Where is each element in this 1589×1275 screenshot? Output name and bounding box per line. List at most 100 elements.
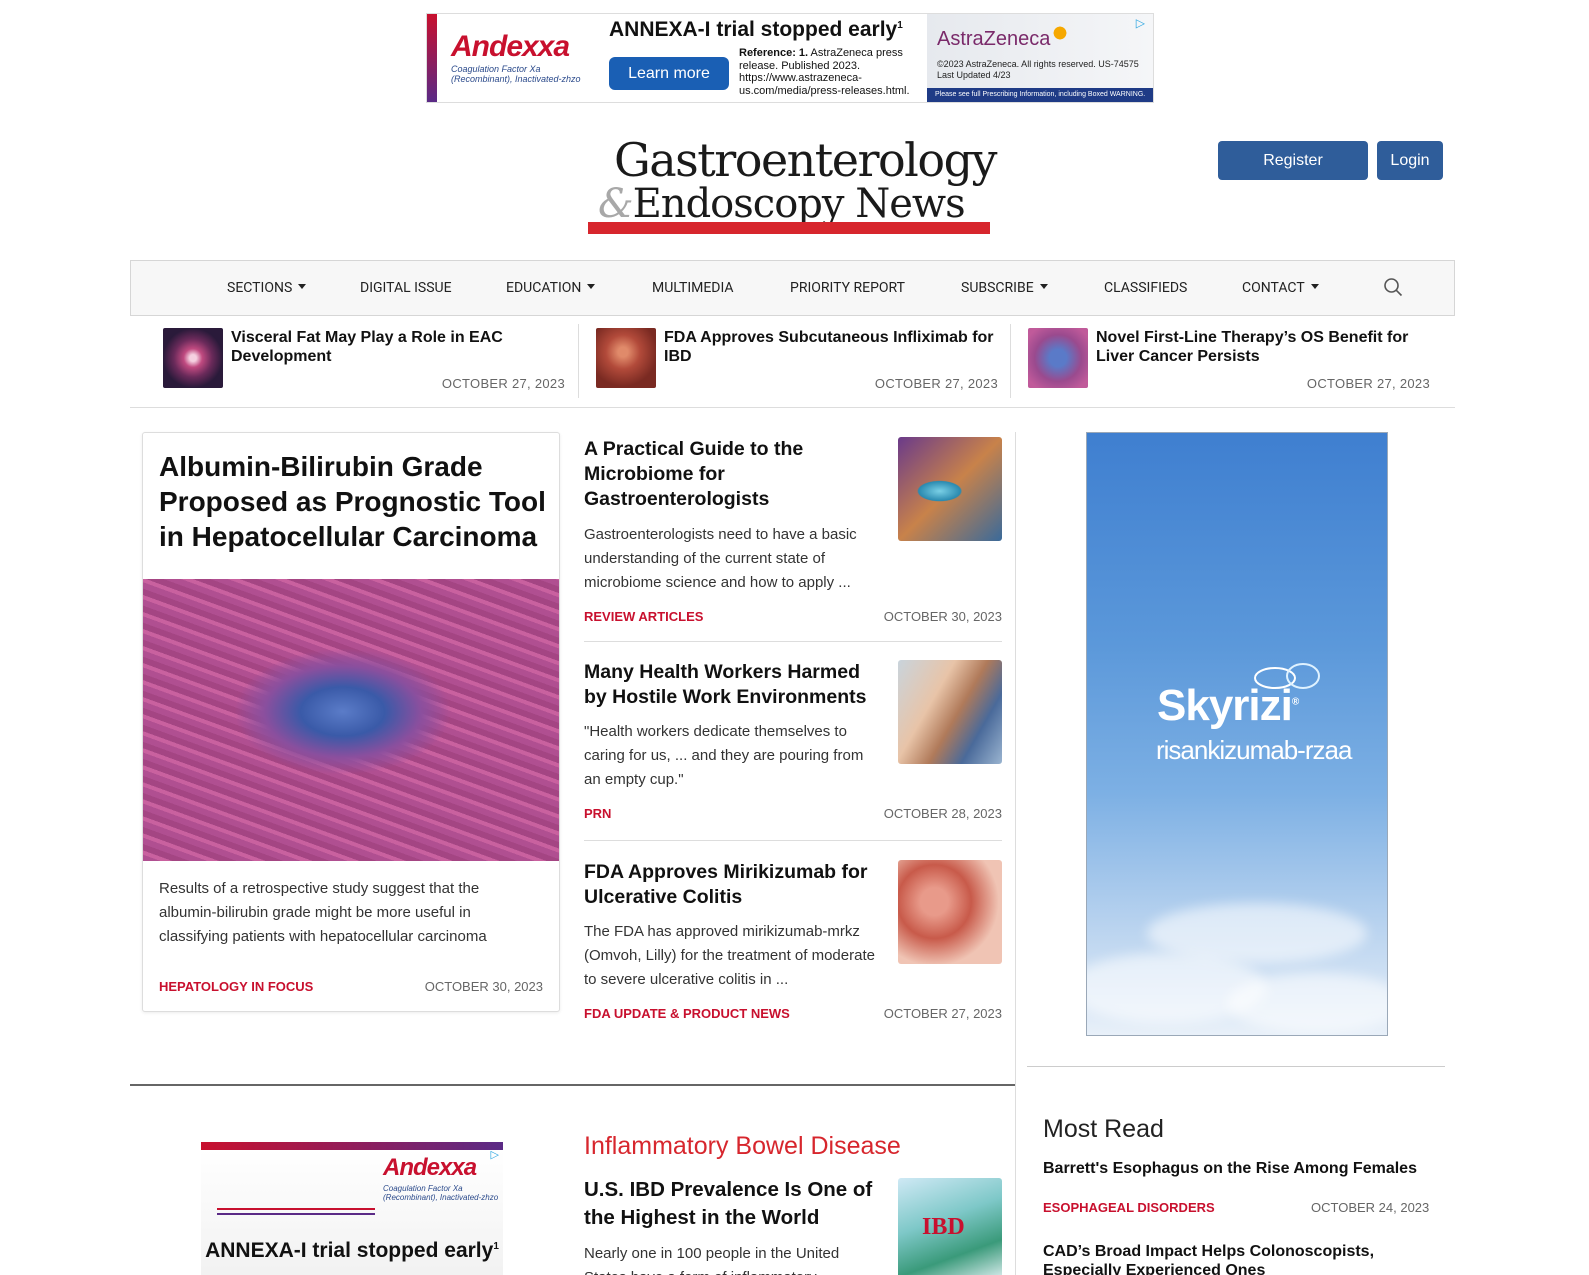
most-read-title[interactable]: CAD’s Broad Impact Helps Colonoscopists,… xyxy=(1043,1242,1433,1275)
article-divider xyxy=(584,840,1002,841)
skyrizi-ad[interactable]: Skyrizi® risankizumab-rzaa xyxy=(1086,432,1388,1036)
article-description: The FDA has approved mirikizumab-mrkz (O… xyxy=(584,923,875,988)
section-divider xyxy=(130,1084,1015,1086)
adchoices-icon[interactable]: ▷ xyxy=(491,1150,499,1161)
ad-brand-name: Andexxa xyxy=(451,30,570,63)
ad-reference: Reference: 1. AstraZeneca press release.… xyxy=(739,47,910,97)
article-thumbnail[interactable] xyxy=(898,660,1002,764)
column-divider xyxy=(1015,432,1016,1275)
article-category[interactable]: REVIEW ARTICLES xyxy=(584,609,703,624)
featured-description: Results of a retrospective study suggest… xyxy=(159,880,487,945)
article-title[interactable]: Many Health Workers Harmed by Hostile Wo… xyxy=(584,660,884,710)
ad-brand-sub: Coagulation Factor Xa (Recombinant), Ina… xyxy=(451,64,581,84)
article-thumbnail[interactable] xyxy=(898,437,1002,541)
headline-ticker: Visceral Fat May Play a Role in EAC Deve… xyxy=(130,318,1455,408)
article-description: Gastroenterologists need to have a basic… xyxy=(584,526,857,591)
skyrizi-generic: risankizumab-rzaa xyxy=(1156,735,1352,765)
nav-education[interactable]: EDUCATION xyxy=(506,280,596,296)
ad-body: ANNEXA-I trial stopped early1 Learn more… xyxy=(597,14,927,102)
logo-red-bar xyxy=(588,222,990,234)
ticker-thumbnail xyxy=(1028,328,1088,388)
ad-line xyxy=(217,1208,375,1210)
section-heading-ibd[interactable]: Inflammatory Bowel Disease xyxy=(584,1132,901,1161)
ad-sponsor-name: AstraZeneca xyxy=(937,28,1051,50)
ad-brand: Andexxa Coagulation Factor Xa (Recombina… xyxy=(437,14,597,102)
ad-stripe xyxy=(427,14,437,102)
article-date: OCTOBER 28, 2023 xyxy=(883,806,1002,821)
ticker-thumbnail xyxy=(596,328,656,388)
site-logo[interactable]: Gastroenterology &Endoscopy News xyxy=(588,136,998,234)
nav-digital-issue[interactable]: DIGITAL ISSUE xyxy=(360,280,452,296)
article-divider xyxy=(584,641,1002,642)
register-button[interactable]: Register xyxy=(1218,141,1368,180)
ticker-divider xyxy=(578,324,579,398)
ad-headline: ANNEXA-I trial stopped early1 xyxy=(205,1239,499,1262)
ticker-thumbnail xyxy=(163,328,223,388)
astrazeneca-logo-icon xyxy=(1049,22,1071,44)
article-item[interactable]: Many Health Workers Harmed by Hostile Wo… xyxy=(584,660,1002,821)
ad-copyright: ©2023 AstraZeneca. All rights reserved. … xyxy=(937,59,1139,80)
lower-andexxa-ad[interactable]: Andexxa Coagulation Factor Xa (Recombina… xyxy=(201,1142,503,1275)
most-read-category[interactable]: ESOPHAGEAL DISORDERS xyxy=(1043,1200,1215,1215)
most-read-title[interactable]: Barrett's Esophagus on the Rise Among Fe… xyxy=(1043,1160,1433,1178)
ad-brand-name: Andexxa xyxy=(383,1154,477,1181)
caret-down-icon xyxy=(1039,283,1048,289)
search-icon[interactable] xyxy=(1383,277,1403,297)
article-thumbnail[interactable] xyxy=(898,860,1002,964)
article-title[interactable]: A Practical Guide to the Microbiome for … xyxy=(584,437,884,512)
adchoices-icon[interactable]: ▷ xyxy=(1136,16,1145,30)
nav-multimedia[interactable]: MULTIMEDIA xyxy=(652,280,734,296)
caret-down-icon xyxy=(298,283,307,289)
article-description: "Health workers dedicate themselves to c… xyxy=(584,723,864,788)
featured-article-card[interactable]: Albumin-Bilirubin Grade Proposed as Prog… xyxy=(142,432,560,1012)
ticker-item[interactable]: FDA Approves Subcutaneous Infliximab for… xyxy=(596,328,1006,398)
ticker-date: OCTOBER 27, 2023 xyxy=(1306,376,1430,391)
login-button[interactable]: Login xyxy=(1377,141,1443,180)
ticker-title: Visceral Fat May Play a Role in EAC Deve… xyxy=(231,329,503,365)
caret-down-icon xyxy=(587,283,596,289)
article-date: OCTOBER 27, 2023 xyxy=(883,1006,1002,1021)
ticker-title: FDA Approves Subcutaneous Infliximab for… xyxy=(664,329,994,365)
article-category[interactable]: FDA UPDATE & PRODUCT NEWS xyxy=(584,1006,790,1021)
featured-date: OCTOBER 30, 2023 xyxy=(424,979,543,994)
ad-line xyxy=(217,1213,375,1215)
nav-contact[interactable]: CONTACT xyxy=(1242,280,1319,296)
article-item[interactable]: FDA Approves Mirikizumab for Ulcerative … xyxy=(584,860,1002,1030)
logo-line1: Gastroenterology xyxy=(614,133,998,187)
featured-image[interactable] xyxy=(143,579,559,861)
nav-priority-report[interactable]: PRIORITY REPORT xyxy=(790,280,905,296)
ad-warning[interactable]: Please see full Prescribing Information,… xyxy=(927,88,1153,102)
article-description: Nearly one in 100 people in the United S… xyxy=(584,1245,840,1275)
nav-subscribe[interactable]: SUBSCRIBE xyxy=(961,280,1048,296)
article-title[interactable]: FDA Approves Mirikizumab for Ulcerative … xyxy=(584,860,884,910)
article-thumbnail[interactable]: IBD xyxy=(898,1178,1002,1275)
article-category[interactable]: PRN xyxy=(584,806,611,821)
ticker-item[interactable]: Novel First-Line Therapy’s OS Benefit fo… xyxy=(1028,328,1438,398)
article-item[interactable]: A Practical Guide to the Microbiome for … xyxy=(584,437,1002,624)
main-nav: SECTIONS DIGITAL ISSUE EDUCATION MULTIME… xyxy=(130,260,1455,316)
featured-category[interactable]: HEPATOLOGY IN FOCUS xyxy=(159,979,313,994)
ticker-divider xyxy=(1010,324,1011,398)
ad-sponsor-panel: AstraZeneca ©2023 AstraZeneca. All right… xyxy=(927,14,1153,102)
article-date: OCTOBER 30, 2023 xyxy=(883,609,1002,624)
logo-line2: &Endoscopy News xyxy=(598,181,966,227)
sidebar-divider xyxy=(1027,1066,1445,1067)
ticker-title: Novel First-Line Therapy’s OS Benefit fo… xyxy=(1096,329,1409,365)
article-item[interactable]: U.S. IBD Prevalence Is One of the Highes… xyxy=(584,1176,1002,1275)
cloud xyxy=(1227,973,1387,1033)
featured-title[interactable]: Albumin-Bilirubin Grade Proposed as Prog… xyxy=(159,449,551,554)
ibd-image-label: IBD xyxy=(922,1214,965,1240)
ticker-item[interactable]: Visceral Fat May Play a Role in EAC Deve… xyxy=(163,328,573,398)
skyrizi-name: Skyrizi® xyxy=(1157,681,1299,730)
top-banner-ad[interactable]: Andexxa Coagulation Factor Xa (Recombina… xyxy=(426,13,1154,103)
ticker-date: OCTOBER 27, 2023 xyxy=(874,376,998,391)
article-title[interactable]: U.S. IBD Prevalence Is One of the Highes… xyxy=(584,1176,884,1232)
ad-learn-more-button[interactable]: Learn more xyxy=(609,57,729,90)
most-read-date: OCTOBER 24, 2023 xyxy=(1311,1200,1430,1215)
nav-classifieds[interactable]: CLASSIFIEDS xyxy=(1104,280,1187,296)
ad-brand-sub: Coagulation Factor Xa (Recombinant), Ina… xyxy=(383,1184,499,1202)
caret-down-icon xyxy=(1310,283,1319,289)
most-read-heading: Most Read xyxy=(1043,1115,1164,1143)
ad-headline: ANNEXA-I trial stopped early1 xyxy=(609,18,903,41)
nav-sections[interactable]: SECTIONS xyxy=(227,280,307,296)
